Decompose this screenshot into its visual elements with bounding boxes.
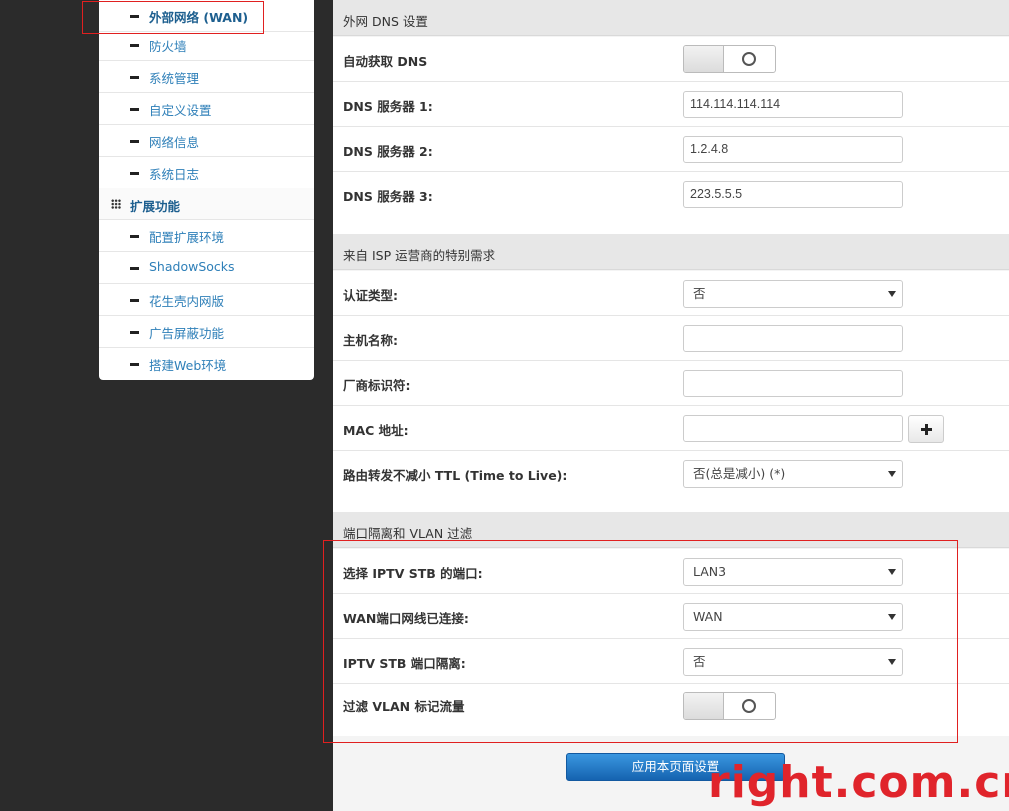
dash-icon	[130, 331, 139, 334]
highlight-box-wan	[82, 1, 264, 34]
caret-down-icon	[888, 291, 896, 297]
sidebar-item-label: ShadowSocks	[149, 259, 235, 274]
auto-dns-toggle[interactable]	[683, 45, 776, 73]
sidebar-item-network-info[interactable]: 网络信息	[99, 125, 314, 157]
row-dns3: DNS 服务器 3: 223.5.5.5	[333, 172, 1009, 235]
dash-icon	[130, 108, 139, 111]
field-label: DNS 服务器 3:	[343, 189, 433, 204]
sidebar-item-label: 系统管理	[149, 71, 200, 86]
sidebar-item-label: 花生壳内网版	[149, 294, 225, 309]
sidebar-item-ext-config[interactable]: 配置扩展环境	[99, 220, 314, 252]
row-vendor-id: 厂商标识符:	[333, 361, 1009, 406]
dash-icon	[130, 44, 139, 47]
toggle-knob-icon	[742, 52, 756, 66]
sidebar-item-label: 防火墙	[149, 39, 187, 54]
ttl-select[interactable]: 否(总是减小) (*)	[683, 460, 903, 488]
row-dns1: DNS 服务器 1: 114.114.114.114	[333, 82, 1009, 127]
select-value: 否(总是减小) (*)	[693, 466, 786, 481]
row-hostname: 主机名称:	[333, 316, 1009, 361]
sidebar-item-oray[interactable]: 花生壳内网版	[99, 284, 314, 316]
sidebar-item-adblock[interactable]: 广告屏蔽功能	[99, 316, 314, 348]
sidebar-item-label: 配置扩展环境	[149, 230, 225, 245]
toggle-off-half	[684, 46, 724, 72]
row-dns2: DNS 服务器 2: 1.2.4.8	[333, 127, 1009, 172]
field-label: DNS 服务器 1:	[343, 99, 433, 114]
dash-icon	[130, 363, 139, 366]
caret-down-icon	[888, 471, 896, 477]
sidebar-menu: 外部网络 (WAN) 防火墙 系统管理 自定义设置 网络信息 系统日志 扩展功能…	[99, 0, 314, 380]
vendor-id-input[interactable]	[683, 370, 903, 397]
dash-icon	[130, 267, 139, 270]
field-label: 路由转发不减小 TTL (Time to Live):	[343, 468, 568, 483]
field-label: 厂商标识符:	[343, 378, 411, 393]
auth-type-select[interactable]: 否	[683, 280, 903, 308]
field-label: 主机名称:	[343, 333, 398, 348]
select-value: 否	[693, 286, 706, 301]
dash-icon	[130, 299, 139, 302]
dash-icon	[130, 172, 139, 175]
dash-icon	[130, 235, 139, 238]
field-label: 认证类型:	[343, 288, 398, 303]
sidebar-group-extensions[interactable]: 扩展功能	[99, 188, 314, 220]
row-mac-address: MAC 地址:	[333, 406, 1009, 451]
highlight-box-iptv	[323, 540, 958, 743]
field-label: MAC 地址:	[343, 423, 409, 438]
dash-icon	[130, 76, 139, 79]
mac-clone-button[interactable]	[908, 415, 944, 443]
sidebar-item-label: 搭建Web环境	[149, 358, 227, 373]
watermark-text: right.com.cn	[708, 757, 1009, 808]
sidebar-item-system-admin[interactable]: 系统管理	[99, 61, 314, 93]
sidebar-item-web-env[interactable]: 搭建Web环境	[99, 348, 314, 380]
field-label: 自动获取 DNS	[343, 54, 428, 69]
field-label: DNS 服务器 2:	[343, 144, 433, 159]
sidebar-item-shadowsocks[interactable]: ShadowSocks	[99, 252, 314, 284]
dns1-input[interactable]: 114.114.114.114	[683, 91, 903, 118]
row-auth-type: 认证类型: 否	[333, 271, 1009, 316]
sidebar-group-label: 扩展功能	[130, 199, 181, 214]
row-auto-dns: 自动获取 DNS	[333, 37, 1009, 82]
sidebar-item-custom-settings[interactable]: 自定义设置	[99, 93, 314, 125]
mac-address-input[interactable]	[683, 415, 903, 442]
grid-icon	[111, 199, 121, 209]
hostname-input[interactable]	[683, 325, 903, 352]
dash-icon	[130, 140, 139, 143]
sidebar-item-label: 网络信息	[149, 135, 200, 150]
dns2-input[interactable]: 1.2.4.8	[683, 136, 903, 163]
section-header-isp: 来自 ISP 运营商的特别需求	[333, 234, 1009, 270]
sidebar-item-label: 自定义设置	[149, 103, 212, 118]
plus-icon-stem	[925, 424, 928, 435]
section-title: 外网 DNS 设置	[343, 14, 428, 29]
row-ttl: 路由转发不减小 TTL (Time to Live): 否(总是减小) (*)	[333, 451, 1009, 513]
section-header-dns: 外网 DNS 设置	[333, 0, 1009, 36]
sidebar-item-label: 系统日志	[149, 167, 200, 182]
sidebar-item-label: 广告屏蔽功能	[149, 326, 225, 341]
sidebar-item-system-log[interactable]: 系统日志	[99, 157, 314, 189]
dns3-input[interactable]: 223.5.5.5	[683, 181, 903, 208]
section-title: 来自 ISP 运营商的特别需求	[343, 248, 496, 263]
